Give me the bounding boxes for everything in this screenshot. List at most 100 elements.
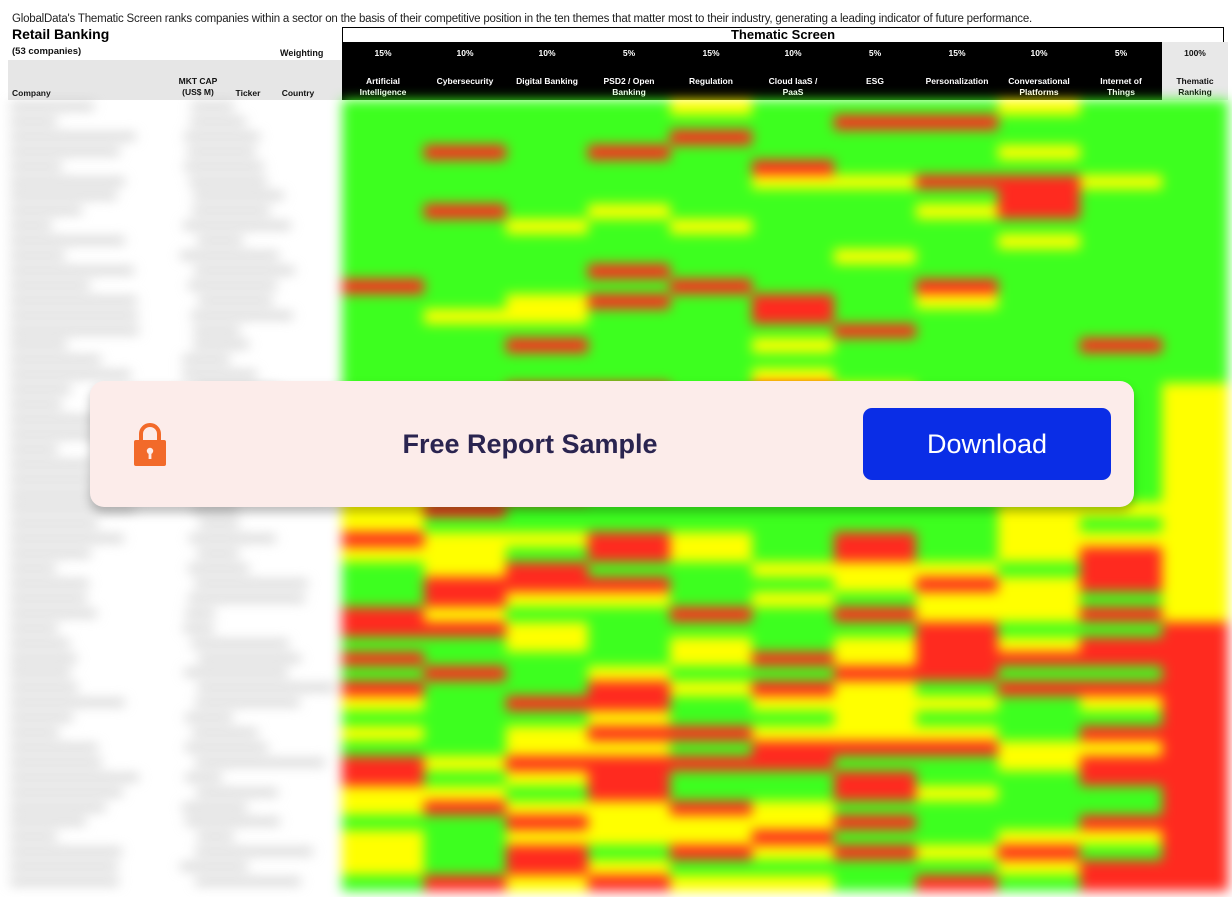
blurred-heat-cell — [588, 249, 670, 265]
blurred-heat-cell — [1080, 129, 1162, 146]
blurred-value-row — [187, 595, 305, 601]
blurred-heat-cell — [588, 681, 670, 698]
blurred-heat-cell — [670, 129, 752, 146]
theme-weight: 15% — [702, 48, 720, 58]
blurred-heat-cell — [998, 576, 1080, 593]
weighting-label: Weighting — [280, 48, 324, 58]
theme-weight: 5% — [622, 48, 636, 58]
blurred-heat-cell — [916, 696, 998, 713]
blurred-heat-cell — [834, 770, 916, 787]
blurred-value-row — [191, 506, 238, 512]
theme-weight: 5% — [1114, 48, 1128, 58]
blurred-heat-cell — [670, 576, 752, 593]
blurred-heat-cell — [342, 517, 424, 534]
blurred-heat-cell — [588, 219, 670, 236]
blurred-heat-cell — [506, 517, 588, 534]
blurred-heat-cell — [670, 591, 752, 608]
blurred-heat-cell — [1080, 591, 1162, 608]
blurred-heat-cell — [506, 860, 588, 877]
blurred-company-row — [10, 789, 123, 795]
blurred-value-row — [198, 521, 239, 527]
blurred-heat-cell — [916, 621, 998, 638]
blurred-value-row — [185, 819, 281, 825]
blurred-heat-cell — [998, 234, 1080, 251]
blurred-heat-cell — [752, 293, 834, 310]
blurred-heat-cell — [1162, 189, 1228, 206]
blurred-heat-cell — [752, 353, 834, 370]
blurred-heat-cell — [752, 189, 834, 206]
sector-company-count: (53 companies) — [12, 46, 82, 57]
theme-name: Personalization — [925, 76, 989, 86]
blurred-heat-cell — [916, 726, 998, 742]
blurred-heat-cell — [916, 129, 998, 146]
theme-name: Cybersecurity — [436, 76, 494, 86]
blurred-heat-cell — [588, 621, 670, 638]
blurred-heat-cell — [916, 606, 998, 623]
blurred-heat-cell — [916, 263, 998, 280]
blurred-value-row — [195, 759, 325, 765]
blurred-company-row — [10, 655, 78, 661]
blurred-heat-cell — [916, 845, 998, 862]
blurred-heat-cell — [998, 353, 1080, 370]
blurred-heat-cell — [506, 651, 588, 668]
blurred-heat-cell — [506, 785, 588, 802]
blurred-company-row — [10, 730, 59, 736]
blurred-heat-cell — [424, 845, 506, 862]
blurred-heat-cell — [588, 591, 670, 608]
blurred-heat-cell — [670, 308, 752, 325]
blurred-heat-cell — [998, 129, 1080, 146]
blurred-heat-cell — [342, 636, 424, 653]
blurred-heat-cell — [916, 800, 998, 817]
blurred-heat-cell — [834, 666, 916, 683]
blurred-heat-cell — [342, 323, 424, 340]
blurred-heat-cell — [424, 562, 506, 578]
blurred-heat-cell — [1162, 755, 1228, 772]
blurred-heat-cell — [916, 204, 998, 221]
blurred-value-row — [184, 610, 216, 616]
blurred-heat-cell — [1080, 875, 1162, 891]
blurred-heat-cell — [670, 860, 752, 877]
blurred-heat-cell — [424, 219, 506, 236]
blurred-heat-cell — [588, 159, 670, 176]
blurred-value-row — [197, 551, 240, 557]
blurred-value-row — [183, 223, 291, 229]
blurred-heat-cell — [342, 875, 424, 891]
blurred-heat-cell — [834, 517, 916, 534]
blurred-company-row — [10, 685, 79, 691]
blurred-heat-cell — [1162, 770, 1228, 787]
blurred-heat-cell — [1162, 696, 1228, 713]
blurred-heat-cell — [342, 159, 424, 176]
blurred-heat-cell — [752, 651, 834, 668]
blurred-heat-cell — [1162, 576, 1228, 593]
blurred-heat-cell — [506, 621, 588, 638]
blurred-heat-cell — [506, 726, 588, 742]
blurred-heat-cell — [424, 636, 506, 653]
blurred-company-row — [10, 625, 59, 631]
blurred-value-row — [193, 342, 249, 348]
blurred-heat-cell — [670, 651, 752, 668]
blurred-heat-cell — [752, 726, 834, 742]
blurred-heat-cell — [1162, 666, 1228, 683]
blurred-heat-cell — [998, 100, 1080, 116]
blurred-heat-cell — [1080, 547, 1162, 564]
blurred-heat-cell — [1162, 591, 1228, 608]
blurred-heat-cell — [342, 308, 424, 325]
blurred-heat-cell — [424, 696, 506, 713]
blurred-heat-cell — [998, 591, 1080, 608]
theme-weight: 15% — [948, 48, 966, 58]
blurred-heat-cell — [588, 189, 670, 206]
blurred-heat-cell — [1080, 234, 1162, 251]
blurred-heat-cell — [998, 293, 1080, 310]
blurred-heat-cell — [1162, 368, 1228, 385]
blurred-heat-cell — [506, 830, 588, 847]
column-ticker: Ticker — [235, 88, 261, 98]
theme-weight: 5% — [868, 48, 882, 58]
blurred-heat-cell — [834, 800, 916, 817]
blurred-company-row — [10, 282, 90, 288]
blurred-heat-cell — [342, 591, 424, 608]
blurred-heat-cell — [342, 696, 424, 713]
download-button[interactable]: Download — [863, 408, 1111, 480]
blurred-company-row — [10, 118, 57, 124]
blurred-heat-cell — [834, 740, 916, 757]
blurred-heat-cell — [752, 174, 834, 191]
